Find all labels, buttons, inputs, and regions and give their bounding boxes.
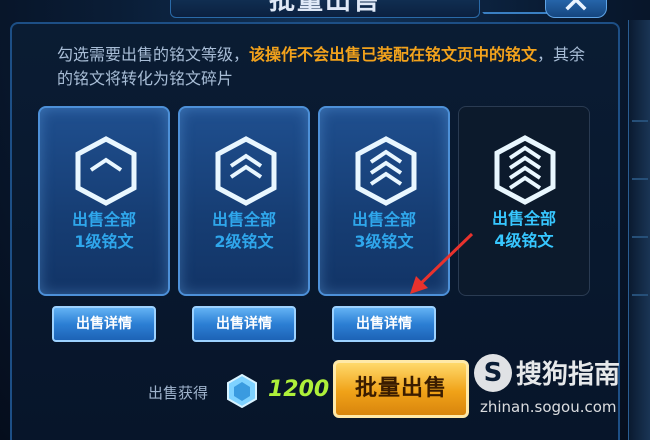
crystal-icon — [227, 374, 257, 408]
card-label-line1: 出售全部 — [491, 209, 556, 228]
hexagon-level-2-icon — [215, 136, 277, 206]
card-label-line1: 出售全部 — [351, 210, 416, 229]
watermark-text: 搜狗指南 — [516, 360, 621, 390]
sell-level-2-card[interactable]: 出售全部 2级铭文 — [178, 106, 310, 296]
detail-button-level-1[interactable]: 出售详情 — [52, 306, 156, 342]
notice-highlight: 该操作不会出售已装配在铭文页中的铭文 — [249, 45, 538, 64]
close-icon: ✕ — [560, 0, 592, 22]
sell-level-1-card[interactable]: 出售全部 1级铭文 — [38, 106, 170, 296]
card-label-line1: 出售全部 — [71, 210, 136, 229]
notice-plain-1: 勾选需要出售的铭文等级， — [57, 45, 250, 64]
side-frame-line — [632, 236, 648, 238]
hexagon-level-4-icon — [494, 135, 556, 205]
side-frame-line — [632, 120, 648, 122]
hexagon-level-3-icon — [355, 136, 417, 206]
gain-label: 出售获得 — [148, 384, 209, 402]
hexagon-level-1-icon — [75, 136, 137, 206]
close-button[interactable]: ✕ — [545, 0, 607, 22]
watermark-logo: S — [474, 354, 512, 392]
detail-button-level-3[interactable]: 出售详情 — [332, 306, 436, 342]
watermark: S 搜狗指南 zhinan.sogou.com — [470, 350, 640, 430]
detail-button-level-2[interactable]: 出售详情 — [192, 306, 296, 342]
title-bar: 批量出售 — [170, 0, 480, 18]
side-frame-line — [632, 178, 648, 180]
gain-value: 1200 — [268, 377, 330, 402]
red-pointer-arrow-icon — [410, 232, 474, 294]
title-ornament — [472, 0, 554, 14]
notice-text: 勾选需要出售的铭文等级，该操作不会出售已装配在铭文页中的铭文，其余的铭文将转化为… — [57, 43, 597, 91]
side-frame-line — [632, 294, 648, 296]
card-label-line1: 出售全部 — [211, 210, 276, 229]
batch-sell-button[interactable]: 批量出售 — [333, 360, 469, 418]
watermark-url: zhinan.sogou.com — [480, 398, 617, 416]
card-label-line2: 1级铭文 — [74, 232, 134, 251]
dialog-title: 批量出售 — [268, 0, 381, 16]
card-label-line2: 2级铭文 — [214, 232, 274, 251]
